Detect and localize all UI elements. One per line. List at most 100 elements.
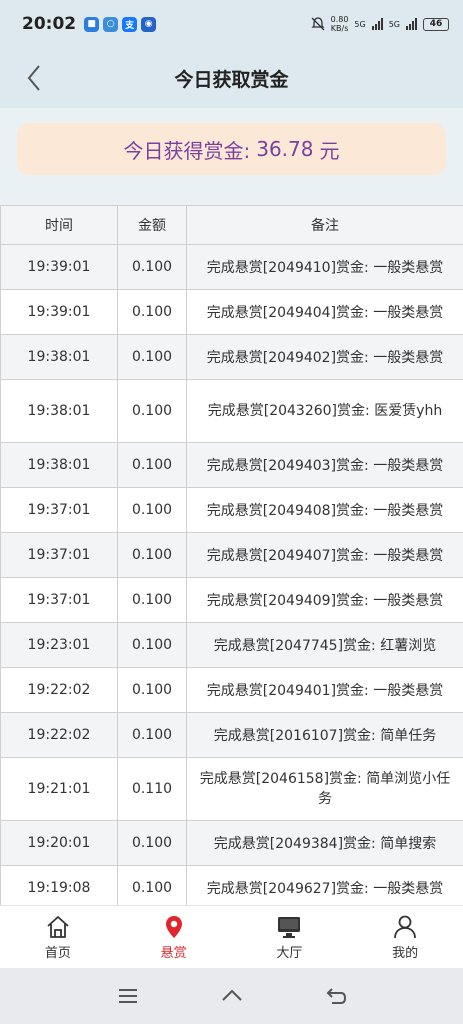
cell-note: 完成悬赏[2046158]赏金: 简单浏览小任务	[186, 757, 463, 821]
page-title: 今日获取赏金	[174, 68, 289, 91]
back-button[interactable]	[18, 60, 50, 96]
cell-amount: 0.100	[117, 667, 187, 713]
table-row: 19:23:01 0.100 完成悬赏[2047745]赏金: 红薯浏览	[0, 622, 463, 668]
cell-note: 完成悬赏[2049401]赏金: 一般类悬赏	[186, 667, 463, 713]
cell-time: 19:21:01	[0, 757, 118, 821]
table-row: 19:22:02 0.100 完成悬赏[2016107]赏金: 简单任务	[0, 712, 463, 758]
table-row: 19:38:01 0.100 完成悬赏[2049402]赏金: 一般类悬赏	[0, 334, 463, 380]
table-row: 19:21:01 0.110 完成悬赏[2046158]赏金: 简单浏览小任务	[0, 757, 463, 821]
silent-bell-icon	[311, 17, 325, 31]
network-type-1: 5G	[354, 19, 366, 29]
back-arrow-icon[interactable]	[324, 984, 348, 1008]
signal-icon-2	[406, 18, 417, 30]
cell-note: 完成悬赏[2049403]赏金: 一般类悬赏	[186, 442, 463, 488]
cell-amount: 0.100	[117, 487, 187, 533]
table-row: 19:37:01 0.100 完成悬赏[2049409]赏金: 一般类悬赏	[0, 577, 463, 623]
cell-note: 完成悬赏[2049409]赏金: 一般类悬赏	[186, 577, 463, 623]
cell-note: 完成悬赏[2047745]赏金: 红薯浏览	[186, 622, 463, 668]
cell-amount: 0.100	[117, 334, 187, 380]
cell-time: 19:19:08	[0, 865, 118, 905]
table-row: 19:19:08 0.100 完成悬赏[2049627]赏金: 一般类悬赏	[0, 865, 463, 905]
cell-note: 完成悬赏[2049408]赏金: 一般类悬赏	[186, 487, 463, 533]
table-row: 19:39:01 0.100 完成悬赏[2049410]赏金: 一般类悬赏	[0, 244, 463, 290]
nav-label-bounty: 悬赏	[160, 945, 187, 961]
nav-item-hall[interactable]: 大厅	[232, 906, 348, 968]
reward-table: 时间 金额 备注 19:39:01 0.100 完成悬赏[2049410]赏金: 一…	[0, 205, 463, 905]
nav-item-home[interactable]: 首页	[0, 906, 116, 968]
summary-section: 今日获得赏金: 36.78 元	[0, 108, 463, 192]
table-row: 19:37:01 0.100 完成悬赏[2049407]赏金: 一般类悬赏	[0, 532, 463, 578]
table-row: 19:22:02 0.100 完成悬赏[2049401]赏金: 一般类悬赏	[0, 667, 463, 713]
status-time: 20:02	[22, 14, 77, 34]
reward-table-container[interactable]: 时间 金额 备注 19:39:01 0.100 完成悬赏[2049410]赏金: 一…	[0, 205, 463, 905]
table-row: 19:37:01 0.100 完成悬赏[2049408]赏金: 一般类悬赏	[0, 487, 463, 533]
column-header-time: 时间	[0, 205, 118, 245]
cell-amount: 0.110	[117, 757, 187, 821]
status-bar: 20:02 ■ ○ 支 ◉ 0.80 KB/s 5G 5G 46	[0, 0, 463, 48]
cell-amount: 0.100	[117, 622, 187, 668]
cell-time: 19:20:01	[0, 820, 118, 866]
browser-notification-icon: ○	[103, 16, 119, 32]
cell-amount: 0.100	[117, 379, 187, 443]
total-reward-amount: 36.78	[256, 137, 314, 161]
column-header-amount: 金额	[117, 205, 187, 245]
cell-time: 19:39:01	[0, 244, 118, 290]
table-body: 19:39:01 0.100 完成悬赏[2049410]赏金: 一般类悬赏 19:39…	[0, 244, 463, 905]
cell-time: 19:38:01	[0, 442, 118, 488]
table-row: 19:38:01 0.100 完成悬赏[2049403]赏金: 一般类悬赏	[0, 442, 463, 488]
nav-label-hall: 大厅	[276, 945, 303, 961]
payment-notification-icon: 支	[122, 16, 138, 32]
network-type-2: 5G	[388, 19, 400, 29]
battery-indicator: 46	[423, 17, 449, 31]
table-row: 19:38:01 0.100 完成悬赏[2043260]赏金: 医爱赁yhh	[0, 379, 463, 443]
signal-icon-1	[371, 18, 383, 30]
cell-time: 19:37:01	[0, 487, 118, 533]
cell-amount: 0.100	[117, 865, 187, 905]
cell-amount: 0.100	[117, 442, 187, 488]
cell-amount: 0.100	[117, 289, 187, 335]
user-icon	[394, 915, 417, 938]
cell-time: 19:23:01	[0, 622, 118, 668]
cell-note: 完成悬赏[2049384]赏金: 简单搜索	[186, 820, 463, 866]
cell-time: 19:22:02	[0, 667, 118, 713]
total-reward-label: 今日获得赏金:	[123, 138, 251, 163]
nav-item-bounty[interactable]: 悬赏	[116, 906, 232, 968]
column-header-note: 备注	[186, 205, 463, 245]
cell-time: 19:38:01	[0, 334, 118, 380]
total-reward-unit: 元	[319, 138, 340, 163]
table-row: 19:20:01 0.100 完成悬赏[2049384]赏金: 简单搜索	[0, 820, 463, 866]
location-pin-icon	[165, 915, 182, 938]
page-header: 今日获取赏金	[0, 48, 463, 108]
cell-time: 19:37:01	[0, 532, 118, 578]
cell-amount: 0.100	[117, 244, 187, 290]
cell-note: 完成悬赏[2043260]赏金: 医爱赁yhh	[186, 379, 463, 443]
chevron-left-icon	[27, 65, 40, 91]
cell-time: 19:39:01	[0, 289, 118, 335]
cell-note: 完成悬赏[2016107]赏金: 简单任务	[186, 712, 463, 758]
cell-note: 完成悬赏[2049627]赏金: 一般类悬赏	[186, 865, 463, 905]
cell-note: 完成悬赏[2049407]赏金: 一般类悬赏	[186, 532, 463, 578]
home-button-icon[interactable]	[220, 984, 244, 1008]
table-header-row: 时间 金额 备注	[0, 205, 463, 245]
cell-note: 完成悬赏[2049410]赏金: 一般类悬赏	[186, 244, 463, 290]
nav-label-mine: 我的	[392, 945, 419, 961]
app-notification-icon: ■	[84, 16, 100, 32]
monitor-icon	[278, 916, 301, 938]
cell-amount: 0.100	[117, 820, 187, 866]
system-navigation-bar	[0, 968, 463, 1024]
table-row: 19:39:01 0.100 完成悬赏[2049404]赏金: 一般类悬赏	[0, 289, 463, 335]
cell-note: 完成悬赏[2049404]赏金: 一般类悬赏	[186, 289, 463, 335]
cell-time: 19:22:02	[0, 712, 118, 758]
nav-item-mine[interactable]: 我的	[347, 906, 463, 968]
cell-time: 19:37:01	[0, 577, 118, 623]
bottom-navigation: 首页 悬赏 大厅 我的	[0, 905, 463, 968]
nfc-notification-icon: ◉	[141, 16, 157, 32]
home-icon	[47, 915, 69, 938]
cell-time: 19:38:01	[0, 379, 118, 443]
cell-amount: 0.100	[117, 532, 187, 578]
network-speed: 0.80 KB/s	[330, 15, 349, 33]
menu-icon[interactable]	[116, 984, 140, 1008]
total-reward-banner: 今日获得赏金: 36.78 元	[17, 123, 446, 175]
nav-label-home: 首页	[44, 945, 71, 961]
cell-amount: 0.100	[117, 577, 187, 623]
